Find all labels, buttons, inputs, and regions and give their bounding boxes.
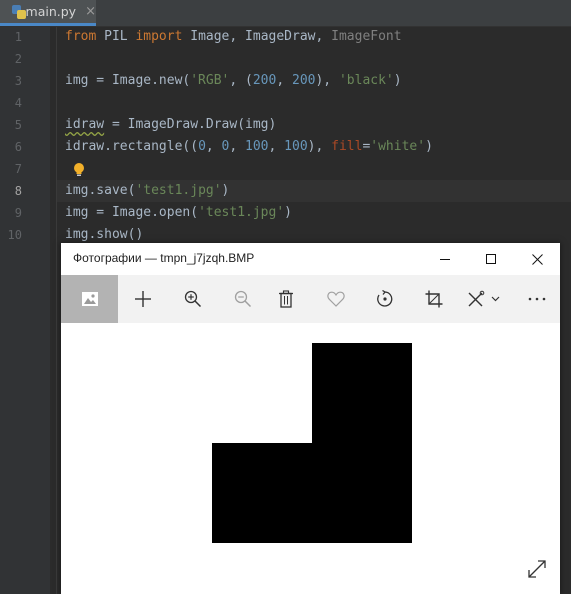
code-line-3[interactable]: img = Image.new('RGB', (200, 200), 'blac… xyxy=(65,70,402,92)
minimize-icon xyxy=(439,258,450,260)
code-text: ) xyxy=(393,73,402,88)
more-button[interactable] xyxy=(513,275,560,323)
python-file-icon xyxy=(12,4,26,19)
number-literal: 100 xyxy=(245,139,269,154)
more-icon xyxy=(528,297,545,301)
photos-toolbar xyxy=(61,275,560,323)
code-text: ) xyxy=(221,183,230,198)
code-text: idraw.rectangle(( xyxy=(65,139,199,154)
rotate-icon xyxy=(377,290,393,307)
image-button[interactable] xyxy=(61,275,118,323)
tab-close-icon[interactable]: × xyxy=(85,4,96,19)
zoom-out-icon xyxy=(234,290,252,308)
plus-icon xyxy=(135,291,151,307)
code-text: ) xyxy=(284,205,292,220)
fullscreen-icon[interactable] xyxy=(527,559,547,579)
photos-window: Фотографии — tmpn_j7jzqh.BMP xyxy=(61,243,560,594)
number-literal: 100 xyxy=(284,139,308,154)
line-number: 4 xyxy=(14,96,22,110)
string-literal: 'test1.jpg' xyxy=(135,183,222,198)
number-literal: 0 xyxy=(198,139,206,154)
line-number: 5 xyxy=(14,118,22,132)
maximize-button[interactable] xyxy=(468,243,514,275)
string-literal: 'test1.jpg' xyxy=(198,205,285,220)
code-line-1[interactable]: from PIL import Image, ImageDraw, ImageF… xyxy=(65,26,402,48)
code-line-8[interactable]: img.save('test1.jpg') xyxy=(65,180,229,202)
lightbulb-icon[interactable] xyxy=(73,163,85,177)
delete-button[interactable] xyxy=(261,275,311,323)
zoom-in-button[interactable] xyxy=(168,275,218,323)
keyword: import xyxy=(135,29,183,44)
photos-titlebar[interactable]: Фотографии — tmpn_j7jzqh.BMP xyxy=(61,243,560,275)
favorite-button[interactable] xyxy=(311,275,361,323)
gutter-divider xyxy=(56,27,57,594)
heart-icon xyxy=(327,291,345,307)
number-literal: 200 xyxy=(292,73,316,88)
code-text: , ( xyxy=(229,73,253,88)
image-canvas[interactable] xyxy=(61,323,560,594)
delete-icon xyxy=(279,290,293,308)
code-line-5[interactable]: idraw = ImageDraw.Draw(img) xyxy=(65,114,276,136)
string-literal: 'white' xyxy=(370,139,426,154)
line-number: 1 xyxy=(14,30,22,44)
keyword: from xyxy=(65,29,97,44)
unused-import: ImageFont xyxy=(331,29,402,44)
image-icon xyxy=(81,292,98,306)
zoom-in-icon xyxy=(184,290,202,308)
code-text: , xyxy=(268,139,285,154)
keyword-argument: fill xyxy=(331,139,363,154)
minimize-button[interactable] xyxy=(422,243,468,275)
line-number-gutter xyxy=(0,27,50,594)
window-title: Фотографии — tmpn_j7jzqh.BMP xyxy=(73,251,255,265)
code-text: PIL xyxy=(96,29,136,44)
image-black-bottom xyxy=(212,443,412,543)
code-text: ), xyxy=(315,73,339,88)
code-text: , xyxy=(276,73,292,88)
code-text: = ImageDraw.Draw(img) xyxy=(104,117,277,132)
image-black-top-right xyxy=(312,343,412,443)
close-button[interactable] xyxy=(514,243,560,275)
crop-icon xyxy=(425,290,443,308)
maximize-icon xyxy=(485,253,496,264)
code-line-6[interactable]: idraw.rectangle((0, 0, 100, 100), fill='… xyxy=(65,136,433,158)
code-text: img = Image.open( xyxy=(65,205,199,220)
line-number: 2 xyxy=(14,52,22,66)
editor-tab-bar: main.py × xyxy=(0,0,571,27)
line-number: 7 xyxy=(14,162,22,176)
variable-warning: idraw xyxy=(65,117,105,132)
code-line-9[interactable]: img = Image.open('test1.jpg') xyxy=(65,202,292,224)
line-number: 6 xyxy=(14,140,22,154)
line-number: 10 xyxy=(7,228,22,242)
line-number: 3 xyxy=(14,74,22,88)
edit-dropdown-button[interactable] xyxy=(459,275,509,323)
number-literal: 200 xyxy=(252,73,277,88)
code-text: ), xyxy=(307,139,332,154)
code-text: img = Image.new( xyxy=(65,73,191,88)
code-text: Image, ImageDraw, xyxy=(182,29,332,44)
code-text: img.show() xyxy=(65,227,144,242)
code-text: , xyxy=(205,139,222,154)
string-literal: 'RGB' xyxy=(190,73,230,88)
tab-main-py[interactable]: main.py × xyxy=(0,0,96,26)
close-icon xyxy=(531,253,543,265)
tab-label: main.py xyxy=(25,4,77,19)
add-button[interactable] xyxy=(118,275,168,323)
crop-button[interactable] xyxy=(409,275,459,323)
code-text: ) xyxy=(425,139,433,154)
rotate-button[interactable] xyxy=(360,275,410,323)
string-literal: 'black' xyxy=(338,73,394,88)
edit-icon xyxy=(468,290,500,307)
code-text: , xyxy=(229,139,246,154)
line-number: 8 xyxy=(14,184,22,198)
code-text: img.save( xyxy=(65,183,136,198)
line-number: 9 xyxy=(14,206,22,220)
